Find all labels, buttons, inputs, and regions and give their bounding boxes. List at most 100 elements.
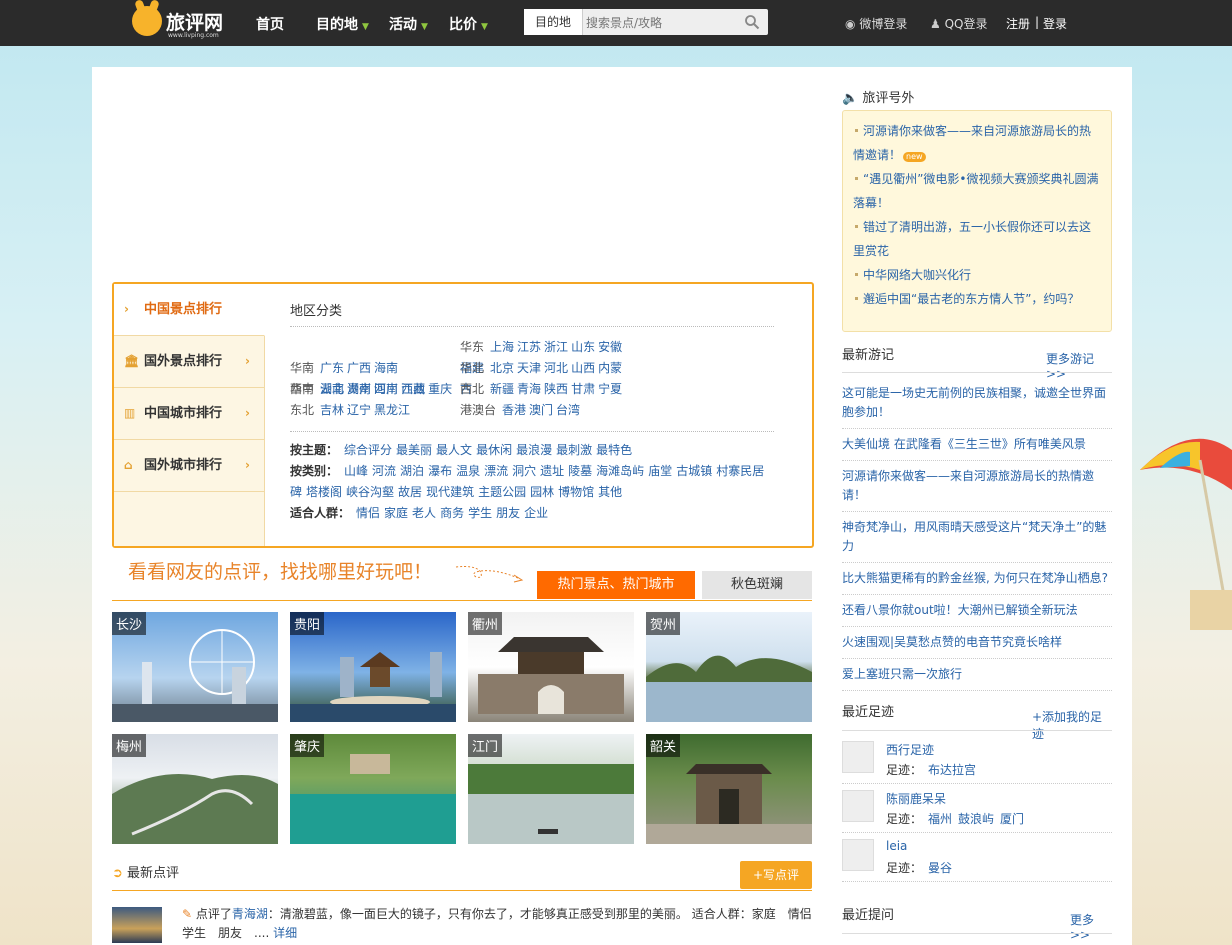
- nav-home[interactable]: 首页: [256, 14, 284, 34]
- journal-link[interactable]: 这可能是一场史无前例的民族相聚，诚邀全世界面胞参加！: [842, 378, 1112, 429]
- filter-link[interactable]: 综合评分: [344, 443, 392, 457]
- province-link[interactable]: 重庆: [428, 382, 452, 396]
- filter-link[interactable]: 碑: [290, 485, 302, 499]
- province-link[interactable]: 天津: [517, 361, 541, 375]
- filter-link[interactable]: 湖泊: [400, 464, 424, 478]
- filter-link[interactable]: 主题公园: [478, 485, 526, 499]
- filter-link[interactable]: 商务: [440, 506, 464, 520]
- journal-link[interactable]: 比大熊猫更稀有的黔金丝猴, 为何只在梵净山栖息?: [842, 563, 1112, 595]
- filter-link[interactable]: 最休闲: [476, 443, 512, 457]
- filter-link[interactable]: 村寨民居: [716, 464, 764, 478]
- filter-link[interactable]: 学生: [468, 506, 492, 520]
- filter-link[interactable]: 现代建筑: [426, 485, 474, 499]
- filter-link[interactable]: 温泉: [456, 464, 480, 478]
- nav-destination[interactable]: 目的地 ▼: [316, 14, 369, 34]
- filter-link[interactable]: 其他: [598, 485, 622, 499]
- journal-link[interactable]: 火速围观|吴莫愁点赞的电音节究竟长啥样: [842, 627, 1112, 659]
- province-link[interactable]: 山东: [571, 340, 595, 354]
- city-card-zhaoqing[interactable]: 肇庆: [290, 734, 456, 844]
- filter-link[interactable]: 最人文: [436, 443, 472, 457]
- place-link[interactable]: 福州: [928, 812, 952, 826]
- filter-link[interactable]: 庙堂: [648, 464, 672, 478]
- more-journals-link[interactable]: 更多游记>>: [1046, 350, 1112, 381]
- filter-link[interactable]: 园林: [530, 485, 554, 499]
- province-link[interactable]: 新疆: [490, 382, 514, 396]
- filter-link[interactable]: 海滩岛屿: [596, 464, 644, 478]
- filter-link[interactable]: 山峰: [344, 464, 368, 478]
- province-link[interactable]: 澳门: [529, 403, 553, 417]
- province-link[interactable]: 辽宁: [347, 403, 371, 417]
- filter-link[interactable]: 故居: [398, 485, 422, 499]
- city-card-shaoguan[interactable]: 韶关: [646, 734, 812, 844]
- nav-activity[interactable]: 活动 ▼: [389, 14, 428, 34]
- province-link[interactable]: 台湾: [556, 403, 580, 417]
- province-link[interactable]: 贵州: [347, 382, 371, 396]
- tab-foreign-city-ranking[interactable]: ⌂ 国外城市排行 ›: [114, 440, 264, 492]
- filter-link[interactable]: 最美丽: [396, 443, 432, 457]
- search-type-select[interactable]: 目的地: [524, 9, 583, 35]
- journal-link[interactable]: 河源请你来做客——来自河源旅游局长的热情邀请！: [842, 461, 1112, 512]
- news-item[interactable]: 河源请你来做客——来自河源旅游局长的热情邀请！ new: [843, 119, 1111, 167]
- tab-china-scenic-ranking[interactable]: › 中国景点排行: [114, 284, 265, 336]
- weibo-login-link[interactable]: ◉ 微博登录: [845, 15, 907, 32]
- filter-link[interactable]: 瀑布: [428, 464, 452, 478]
- news-item[interactable]: “遇见衢州”微电影•微视频大赛颁奖典礼圆满落幕！: [843, 167, 1111, 215]
- tab-china-city-ranking[interactable]: ▥ 中国城市排行 ›: [114, 388, 264, 440]
- review-detail-link[interactable]: 详细: [273, 926, 297, 940]
- filter-link[interactable]: 古城镇: [676, 464, 712, 478]
- place-link[interactable]: 布达拉宫: [928, 763, 976, 777]
- register-link[interactable]: 注册: [1006, 15, 1030, 32]
- province-link[interactable]: 香港: [502, 403, 526, 417]
- qq-login-link[interactable]: ♟ QQ登录: [930, 15, 988, 32]
- province-link[interactable]: 宁夏: [598, 382, 622, 396]
- filter-link[interactable]: 最浪漫: [516, 443, 552, 457]
- filter-link[interactable]: 洞穴: [512, 464, 536, 478]
- province-link[interactable]: 河北: [544, 361, 568, 375]
- news-item[interactable]: 错过了清明出游，五一小长假你还可以去这里赏花: [843, 215, 1111, 263]
- filter-link[interactable]: 陵墓: [568, 464, 592, 478]
- filter-link[interactable]: 最特色: [596, 443, 632, 457]
- city-card-guiyang[interactable]: 贵阳: [290, 612, 456, 722]
- place-link[interactable]: 鼓浪屿: [958, 812, 994, 826]
- filter-link[interactable]: 遗址: [540, 464, 564, 478]
- filter-link[interactable]: 朋友: [496, 506, 520, 520]
- province-link[interactable]: 山西: [571, 361, 595, 375]
- journal-link[interactable]: 还看八景你就out啦！大潮州已解锁全新玩法: [842, 595, 1112, 627]
- tab-foreign-scenic-ranking[interactable]: 🏛 国外景点排行 ›: [114, 336, 264, 388]
- place-link[interactable]: 曼谷: [928, 861, 952, 875]
- province-link[interactable]: 安徽: [598, 340, 622, 354]
- user-name-link[interactable]: 西行足迹: [886, 741, 934, 758]
- province-link[interactable]: 黑龙江: [374, 403, 410, 417]
- filter-link[interactable]: 老人: [412, 506, 436, 520]
- filter-link[interactable]: 家庭: [384, 506, 408, 520]
- filter-link[interactable]: 河流: [372, 464, 396, 478]
- review-place-link[interactable]: 青海湖: [232, 907, 268, 921]
- province-link[interactable]: 上海: [490, 340, 514, 354]
- avatar[interactable]: [842, 839, 874, 871]
- city-card-jiangmen[interactable]: 江门: [468, 734, 634, 844]
- review-thumbnail[interactable]: [112, 907, 162, 943]
- journal-link[interactable]: 神奇梵净山，用风雨晴天感受这片“梵天净土”的魅力: [842, 512, 1112, 563]
- filter-link[interactable]: 峡谷沟壑: [346, 485, 394, 499]
- login-link[interactable]: 登录: [1043, 15, 1067, 32]
- city-card-meizhou[interactable]: 梅州: [112, 734, 278, 844]
- province-link[interactable]: 陕西: [544, 382, 568, 396]
- city-card-changsha[interactable]: 长沙: [112, 612, 278, 722]
- user-name-link[interactable]: 陈丽鹿呆呆: [886, 790, 946, 807]
- journal-link[interactable]: 爱上塞班只需一次旅行: [842, 659, 1112, 691]
- search-input[interactable]: [584, 12, 738, 34]
- city-card-hezhou[interactable]: 贺州: [646, 612, 812, 722]
- user-name-link[interactable]: leia: [886, 839, 907, 853]
- province-link[interactable]: 北京: [490, 361, 514, 375]
- province-link[interactable]: 甘肃: [571, 382, 595, 396]
- search-icon[interactable]: [744, 14, 760, 30]
- site-logo[interactable]: 旅评网 www.livping.com: [132, 2, 228, 42]
- province-link[interactable]: 四川: [374, 382, 398, 396]
- province-link[interactable]: 吉林: [320, 403, 344, 417]
- province-link[interactable]: 浙江: [544, 340, 568, 354]
- province-link[interactable]: 云南: [320, 382, 344, 396]
- more-questions-link[interactable]: 更多>>: [1070, 911, 1112, 942]
- news-item[interactable]: 中华网络大咖兴化行: [843, 263, 1111, 287]
- province-link[interactable]: 江苏: [517, 340, 541, 354]
- filter-link[interactable]: 博物馆: [558, 485, 594, 499]
